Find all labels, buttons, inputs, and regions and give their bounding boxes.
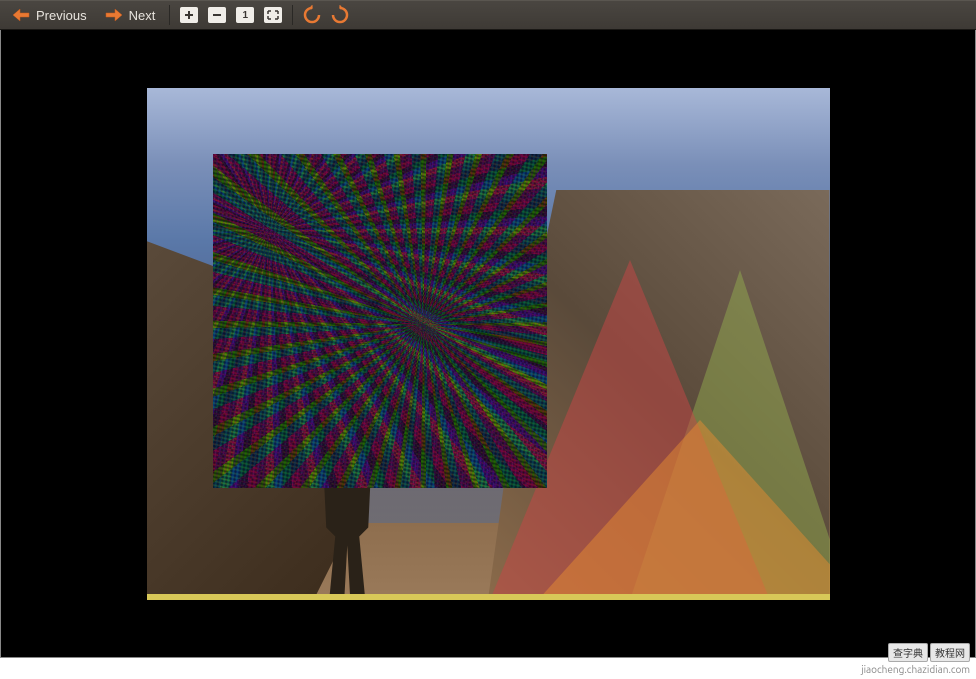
nav-group: Previous Next bbox=[4, 5, 163, 26]
image-container bbox=[147, 88, 830, 600]
watermark: 查字典 教程网 jiaocheng.chazidian.com bbox=[861, 643, 970, 675]
rotate-left-button[interactable] bbox=[299, 3, 325, 27]
zoom-out-button[interactable] bbox=[204, 3, 230, 27]
zoom-normal-icon: 1 bbox=[236, 7, 254, 23]
displayed-image bbox=[147, 88, 830, 600]
zoom-fit-button[interactable] bbox=[260, 3, 286, 27]
watermark-badge-1: 查字典 bbox=[888, 643, 928, 662]
rotate-group bbox=[299, 3, 353, 27]
watermark-badge-2: 教程网 bbox=[930, 643, 970, 662]
rotate-right-icon bbox=[330, 5, 350, 25]
rotate-right-button[interactable] bbox=[327, 3, 353, 27]
zoom-out-icon bbox=[208, 7, 226, 23]
previous-label: Previous bbox=[36, 8, 87, 23]
watermark-badges: 查字典 教程网 bbox=[888, 643, 970, 662]
triangle-overlay-orange bbox=[520, 420, 830, 600]
watermark-url: jiaocheng.chazidian.com bbox=[861, 664, 970, 675]
zoom-in-icon bbox=[180, 7, 198, 23]
zoom-normal-button[interactable]: 1 bbox=[232, 3, 258, 27]
next-label: Next bbox=[129, 8, 156, 23]
arrow-right-icon bbox=[105, 8, 123, 22]
separator bbox=[169, 5, 170, 25]
separator bbox=[292, 5, 293, 25]
toolbar: Previous Next 1 bbox=[0, 0, 976, 30]
zoom-in-button[interactable] bbox=[176, 3, 202, 27]
rotate-left-icon bbox=[302, 5, 322, 25]
noise-overlay bbox=[213, 154, 547, 488]
image-bottom-bar bbox=[147, 594, 830, 600]
previous-button[interactable]: Previous bbox=[4, 5, 95, 26]
arrow-left-icon bbox=[12, 8, 30, 22]
zoom-fit-icon bbox=[264, 7, 282, 23]
next-button[interactable]: Next bbox=[97, 5, 164, 26]
viewer-area[interactable] bbox=[0, 30, 976, 658]
zoom-group: 1 bbox=[176, 3, 286, 27]
